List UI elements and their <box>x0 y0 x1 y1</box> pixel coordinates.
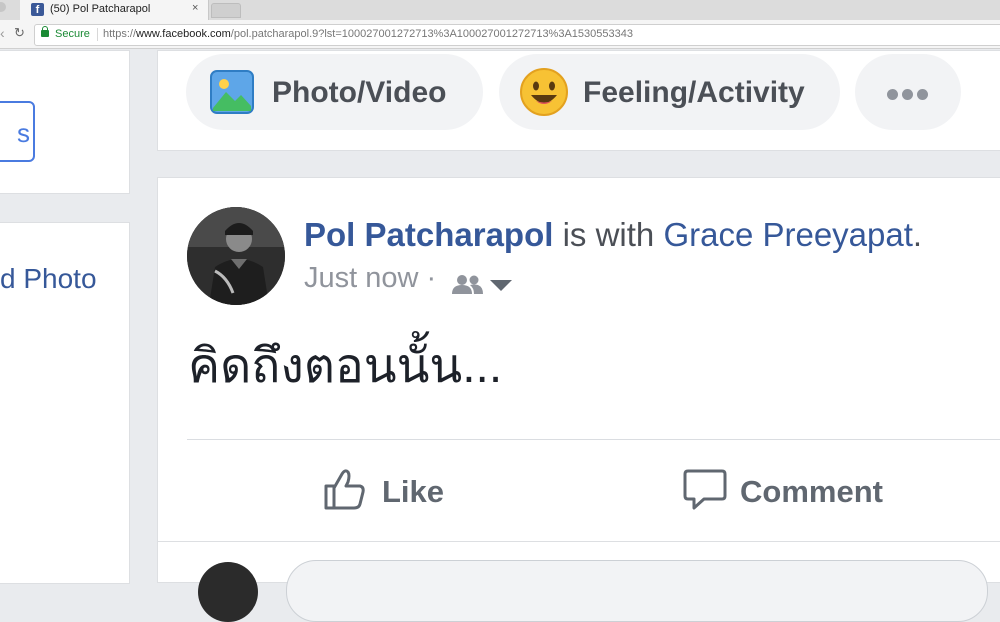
like-label: Like <box>382 474 445 509</box>
next-post-card <box>157 541 1000 622</box>
browser-tab-bar: f (50) Pol Patcharapol × <box>0 0 1000 20</box>
url-input[interactable]: Secure https://www.facebook.com/pol.patc… <box>34 24 1000 46</box>
address-bar: ‹ ↻ Secure https://www.facebook.com/pol.… <box>0 20 1000 49</box>
photo-video-label: Photo/Video <box>272 76 447 109</box>
reload-icon[interactable]: ↻ <box>14 25 25 41</box>
photo-video-button[interactable]: Photo/Video <box>186 54 483 130</box>
tab-close-icon[interactable]: × <box>192 2 198 14</box>
more-icon <box>887 87 932 105</box>
back-arrow-icon[interactable]: ‹ <box>0 25 5 41</box>
more-options-button[interactable] <box>855 54 961 130</box>
is-with-text: is with <box>553 216 664 253</box>
photo-icon <box>210 70 254 114</box>
tab-title: (50) Pol Patcharapol <box>50 3 151 15</box>
comment-button[interactable]: Comment <box>682 466 912 516</box>
omnibox-divider <box>97 28 98 41</box>
left-photos-card: d Photo <box>0 222 130 584</box>
post-divider <box>187 439 1000 440</box>
smiley-icon <box>520 68 568 116</box>
left-button[interactable]: s <box>0 101 35 162</box>
comment-input[interactable] <box>286 560 988 622</box>
lock-icon <box>41 26 49 37</box>
avatar-photo <box>187 207 285 305</box>
author-name[interactable]: Pol Patcharapol <box>304 216 553 253</box>
secure-label: Secure <box>55 28 90 40</box>
commenter-avatar[interactable] <box>198 562 258 622</box>
post-meta: Just now · <box>304 262 436 295</box>
url-path: /pol.patcharapol.9?lst=100027001272713%3… <box>230 28 633 40</box>
meta-separator: · <box>418 262 437 294</box>
post-message: คิดถึงตอนนั้น... <box>188 340 503 393</box>
post-timestamp[interactable]: Just now <box>304 262 418 294</box>
like-thumb-icon <box>324 469 365 510</box>
comment-bubble-icon <box>683 469 727 510</box>
feeling-activity-button[interactable]: Feeling/Activity <box>499 54 840 130</box>
caret-down-icon[interactable] <box>490 280 512 291</box>
friends-audience-icon[interactable] <box>450 274 484 294</box>
window-control-icon[interactable] <box>0 2 6 12</box>
feeling-activity-label: Feeling/Activity <box>583 76 805 109</box>
left-card: s <box>0 50 130 194</box>
url-text: https://www.facebook.com/pol.patcharapol… <box>103 28 633 40</box>
tagged-friend-name[interactable]: Grace Preeyapat <box>663 216 912 253</box>
author-avatar[interactable] <box>187 207 285 305</box>
facebook-favicon-icon: f <box>31 3 44 16</box>
add-photo-link[interactable]: d Photo <box>0 263 97 295</box>
new-tab-button[interactable] <box>211 3 241 18</box>
post-header: Pol Patcharapol is with Grace Preeyapat. <box>304 216 922 254</box>
like-button[interactable]: Like <box>322 466 472 516</box>
url-scheme: https:// <box>103 28 137 40</box>
browser-tab[interactable]: f (50) Pol Patcharapol × <box>20 0 209 20</box>
post-card: Pol Patcharapol is with Grace Preeyapat.… <box>157 177 1000 542</box>
composer-actions: Photo/Video Feeling/Activity <box>157 50 1000 151</box>
comment-label: Comment <box>740 474 883 509</box>
header-period: . <box>912 216 923 253</box>
url-host: www.facebook.com <box>136 28 231 40</box>
